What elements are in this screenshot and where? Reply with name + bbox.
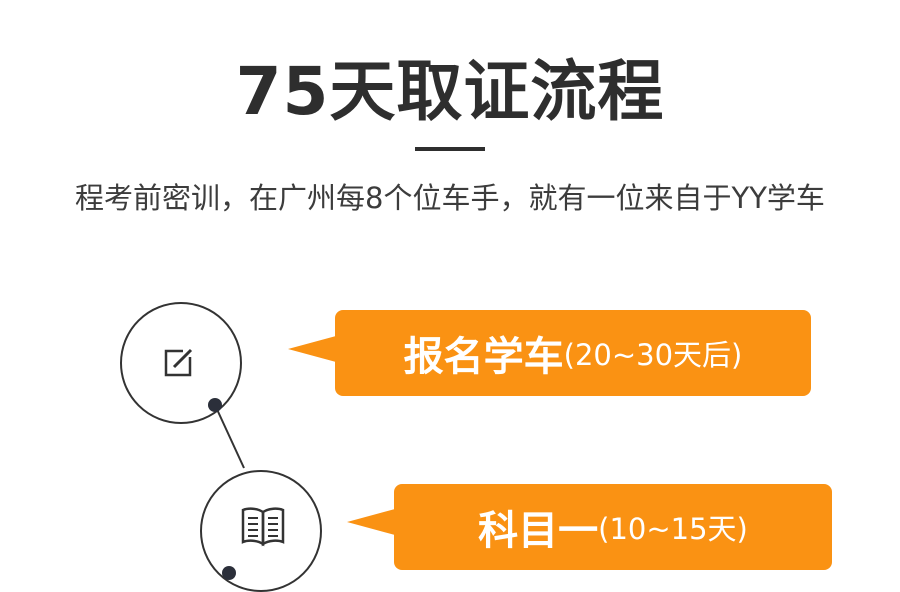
- step-1-bubble-pointer: [288, 336, 336, 362]
- step-2-title: 科目一: [478, 508, 599, 554]
- step-1-bubble: 报名学车 (20~30天后): [335, 310, 811, 396]
- book-icon: [241, 507, 285, 547]
- step-1-duration: (20~30天后): [563, 338, 743, 372]
- step-2-bubble: 科目一 (10~15天): [394, 484, 832, 570]
- edit-icon: [164, 347, 193, 377]
- step-1-title: 报名学车: [403, 334, 564, 380]
- step-1-dot: [208, 398, 222, 412]
- step-2-duration: (10~15天): [598, 512, 748, 546]
- step-2-bubble-pointer: [347, 509, 395, 535]
- step-2-dot: [222, 566, 236, 580]
